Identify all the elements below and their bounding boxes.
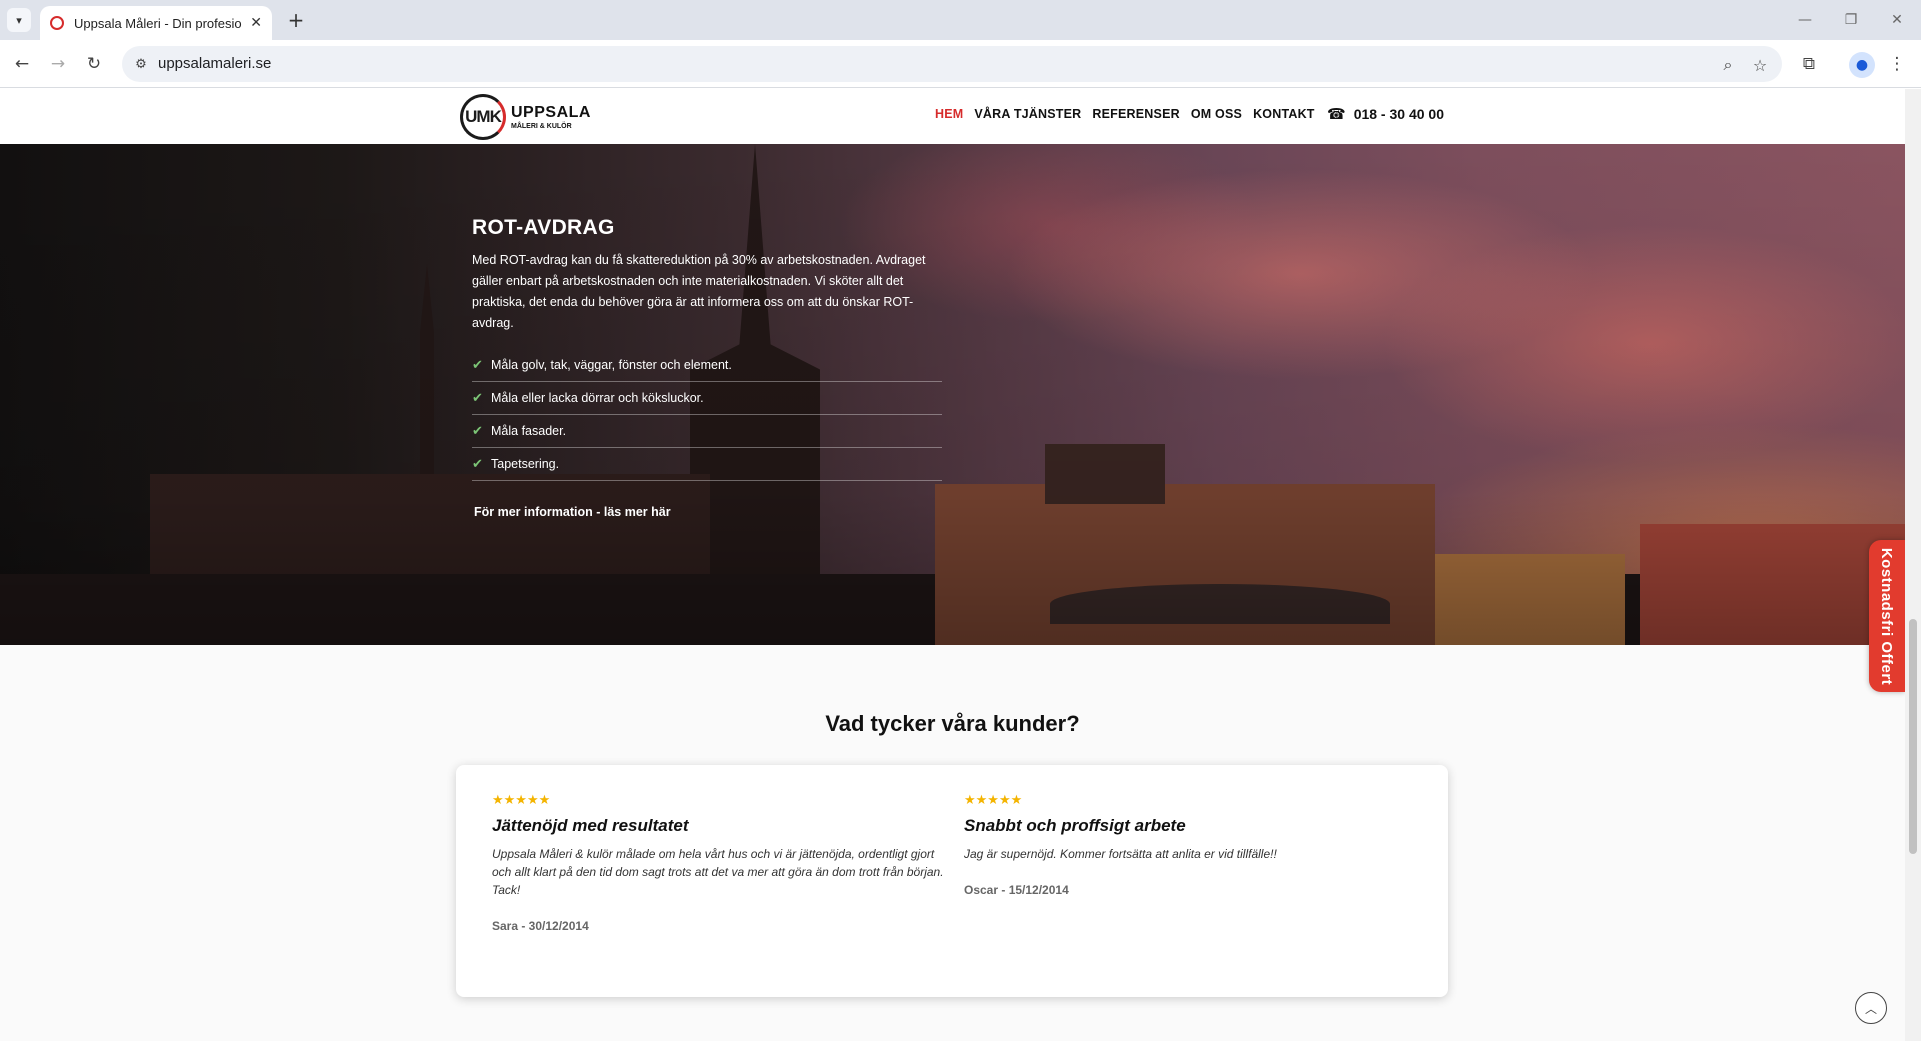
profile-button[interactable]: ● (1849, 52, 1875, 78)
tune-icon[interactable]: ⚙ (132, 55, 150, 73)
hero-section: ROT-AVDRAG Med ROT-avdrag kan du få skat… (0, 144, 1905, 645)
kebab-icon: ⋮ (1888, 54, 1906, 74)
read-more-link[interactable]: För mer information - läs mer här (474, 505, 671, 519)
tab-title: Uppsala Måleri - Din profesionell (74, 15, 242, 31)
puzzle-icon: ⧉ (1802, 54, 1816, 74)
nav-item-om-oss[interactable]: OM OSS (1191, 107, 1242, 121)
reload-button[interactable]: ↻ (82, 52, 106, 76)
hero-title: ROT-AVDRAG (472, 216, 615, 239)
list-item: ✔ Tapetsering. (472, 448, 942, 481)
site-header: UMK UPPSALA MÅLERI & KULÖR HEM VÅRA TJÄN… (0, 89, 1905, 144)
review-title: Jättenöjd med resultatet (492, 816, 689, 835)
scroll-to-top-button[interactable]: ︿ (1855, 992, 1887, 1024)
browser-menu-button[interactable]: ⋮ (1885, 52, 1909, 76)
logo-text: UPPSALA MÅLERI & KULÖR (511, 103, 591, 130)
browser-toolbar: ← → ↻ ⚙ uppsalamaleri.se ⌕ ☆ ⧉ ● ⋮ (0, 40, 1921, 88)
rot-content: ROT-AVDRAG Med ROT-avdrag kan du få skat… (472, 216, 942, 521)
main-nav: HEM VÅRA TJÄNSTER REFERENSER OM OSS KONT… (935, 107, 1326, 121)
new-tab-button[interactable]: + (282, 6, 310, 34)
nav-item-kontakt[interactable]: KONTAKT (1253, 107, 1315, 121)
nav-item-vara-tjanster[interactable]: VÅRA TJÄNSTER (974, 107, 1081, 121)
list-item: ✔ Måla eller lacka dörrar och köksluckor. (472, 382, 942, 415)
page-viewport: ROT-AVDRAG Med ROT-avdrag kan du få skat… (0, 89, 1905, 1041)
check-icon: ✔ (472, 357, 483, 373)
check-icon: ✔ (472, 456, 483, 472)
nav-item-hem[interactable]: HEM (935, 107, 963, 121)
forward-button[interactable]: → (46, 52, 70, 76)
chevron-up-icon: ︿ (1864, 1001, 1877, 1016)
review-text: Uppsala Måleri & kulör målade om hela vå… (492, 847, 944, 897)
zoom-icon[interactable]: ⌕ (1718, 55, 1738, 75)
service-list: ✔ Måla golv, tak, väggar, fönster och ele… (472, 349, 942, 481)
review-author: Sara - 30/12/2014 (492, 919, 589, 933)
hero-text: Med ROT-avdrag kan du få skattereduktion… (472, 253, 926, 330)
person-icon: ● (1855, 57, 1869, 73)
reviews-heading: Vad tycker våra kunder? (825, 711, 1080, 736)
favicon-icon (50, 16, 64, 30)
review-author: Oscar - 15/12/2014 (964, 883, 1069, 897)
reload-icon: ↻ (86, 54, 102, 74)
reviews-card: ★★★★★ Jättenöjd med resultatet Uppsala M… (456, 765, 1448, 997)
review-item: ★★★★★ Snabbt och proffsigt arbete Jag är… (964, 793, 1414, 897)
restore-button[interactable]: ❐ (1836, 8, 1866, 32)
close-window-button[interactable]: ✕ (1882, 8, 1912, 32)
minimize-button[interactable]: — (1790, 8, 1820, 32)
star-icon[interactable]: ☆ (1750, 55, 1770, 75)
url-text[interactable]: uppsalamaleri.se (158, 55, 271, 72)
extensions-button[interactable]: ⧉ (1797, 52, 1821, 76)
header-phone[interactable]: ☎ 018 - 30 40 00 (1327, 105, 1444, 123)
arrow-right-icon: → (50, 54, 66, 74)
check-icon: ✔ (472, 390, 483, 406)
nav-item-referenser[interactable]: REFERENSER (1092, 107, 1179, 121)
arrow-left-icon: ← (14, 54, 30, 74)
review-item: ★★★★★ Jättenöjd med resultatet Uppsala M… (492, 793, 947, 933)
rating-stars: ★★★★★ (964, 793, 1023, 808)
logo-mark: UMK (460, 94, 506, 140)
tab-search-button[interactable]: ▾ (7, 8, 31, 32)
scrollbar-thumb[interactable] (1909, 619, 1917, 854)
address-bar[interactable]: ⚙ uppsalamaleri.se ⌕ ☆ (122, 46, 1782, 82)
browser-tab-bar: ▾ Uppsala Måleri - Din profesionell ✕ + … (0, 0, 1921, 40)
phone-number: 018 - 30 40 00 (1353, 106, 1444, 122)
hero-overlay (0, 144, 1905, 645)
back-button[interactable]: ← (10, 52, 34, 76)
list-item: ✔ Måla golv, tak, väggar, fönster och ele… (472, 349, 942, 382)
plus-icon: + (287, 8, 305, 32)
phone-icon: ☎ (1327, 105, 1346, 123)
check-icon: ✔ (472, 423, 483, 439)
list-item: ✔ Måla fasader. (472, 415, 942, 448)
rating-stars: ★★★★★ (492, 793, 551, 808)
free-quote-tab[interactable]: Kostnadsfri Offert (1869, 540, 1905, 692)
browser-tab[interactable]: Uppsala Måleri - Din profesionell ✕ (40, 6, 272, 40)
close-icon[interactable]: ✕ (250, 15, 262, 31)
review-title: Snabbt och proffsigt arbete (964, 816, 1186, 835)
page-scrollbar[interactable] (1905, 89, 1921, 1041)
chevron-down-icon: ▾ (16, 13, 22, 27)
review-text: Jag är supernöjd. Kommer fortsätta att a… (964, 847, 1277, 861)
logo[interactable]: UMK UPPSALA MÅLERI & KULÖR (460, 94, 591, 140)
